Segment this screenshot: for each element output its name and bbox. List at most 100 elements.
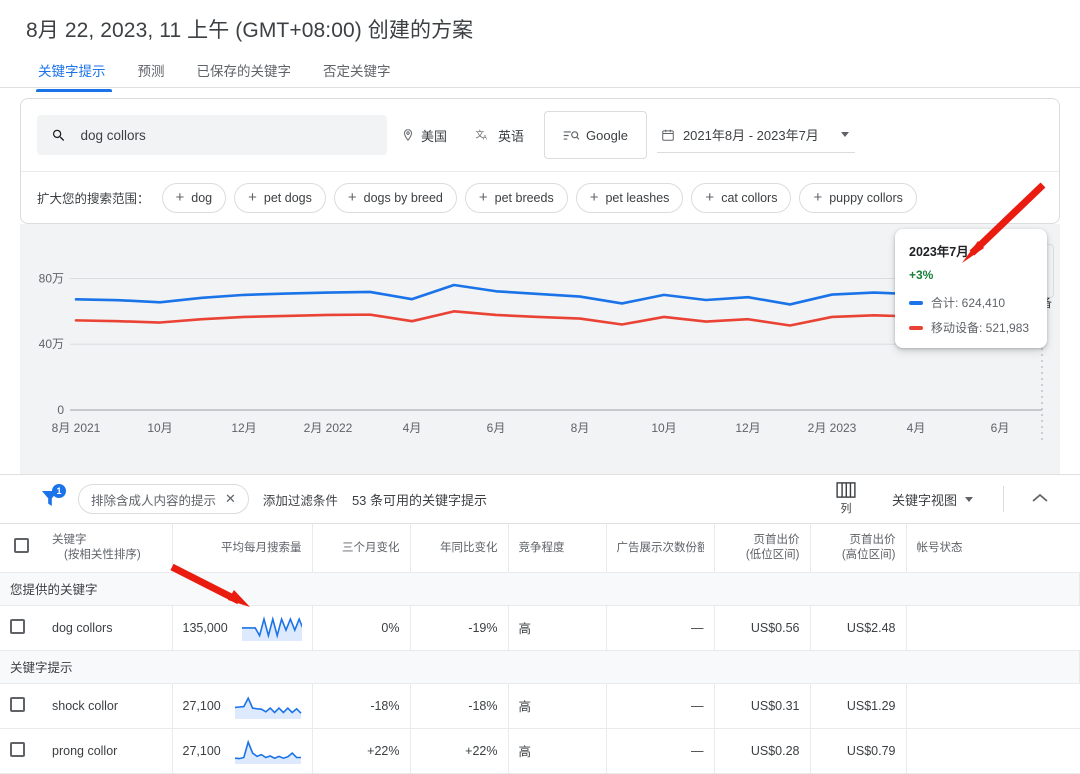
- close-icon[interactable]: ✕: [225, 491, 236, 507]
- cell-impression-share: —: [606, 683, 714, 728]
- columns-button-label: 列: [840, 500, 851, 516]
- header-bid-low-line2: (低位区间): [725, 548, 800, 562]
- cell-impression-share: —: [606, 728, 714, 773]
- header-avg-monthly-searches[interactable]: 平均每月搜索量: [172, 524, 312, 572]
- header-yoy-change[interactable]: 年同比变化: [410, 524, 508, 572]
- row-checkbox[interactable]: [10, 619, 25, 634]
- row-checkbox[interactable]: [10, 742, 25, 757]
- expand-chip-dogs-by-breed[interactable]: + dogs by breed: [334, 183, 457, 213]
- header-impression-share-label: 广告展示次数份额: [617, 541, 704, 555]
- cell-keyword[interactable]: shock collor: [42, 683, 172, 728]
- expand-chip-dog[interactable]: + dog: [162, 183, 227, 213]
- columns-button[interactable]: 列: [830, 482, 862, 516]
- svg-text:6月: 6月: [991, 421, 1010, 435]
- search-card: 美国 文 A 英语 Google 2021年8月 - 2023年7月: [20, 98, 1060, 224]
- view-selector[interactable]: 关键字视图: [876, 490, 989, 509]
- header-account-status[interactable]: 帐号状态: [906, 524, 1080, 572]
- header-account-status-label: 帐号状态: [917, 541, 1070, 555]
- svg-text:2月 2022: 2月 2022: [304, 421, 353, 435]
- avg-monthly-searches-value: 135,000: [183, 621, 228, 635]
- chevron-up-icon: [1032, 493, 1048, 503]
- add-filter-button[interactable]: 添加过滤条件: [263, 490, 338, 509]
- cell-account-status: [906, 683, 1080, 728]
- available-ideas-count: 53 条可用的关键字提示: [352, 490, 487, 509]
- expand-chip-pet-leashes[interactable]: + pet leashes: [576, 183, 684, 213]
- cell-impression-share: —: [606, 605, 714, 650]
- plus-icon: +: [248, 190, 257, 205]
- header-top-of-page-bid-high[interactable]: 页首出价 (高位区间): [810, 524, 906, 572]
- cell-keyword[interactable]: prong collor: [42, 728, 172, 773]
- expand-search-label: 扩大您的搜索范围：: [37, 188, 150, 207]
- select-all-header: [0, 524, 42, 572]
- cell-three-month-change: -18%: [312, 683, 410, 728]
- svg-text:A: A: [483, 134, 488, 141]
- expand-chip-puppy-collors[interactable]: + puppy collors: [799, 183, 916, 213]
- legend-swatch-total: [909, 301, 923, 305]
- header-impression-share[interactable]: 广告展示次数份额: [606, 524, 714, 572]
- svg-text:4月: 4月: [403, 421, 422, 435]
- location-selector[interactable]: 美国: [387, 115, 461, 155]
- svg-text:40万: 40万: [39, 337, 64, 351]
- expand-chip-cat-collors[interactable]: + cat collors: [691, 183, 791, 213]
- tab-keyword-ideas[interactable]: 关键字提示: [26, 58, 122, 92]
- sparkline: [238, 613, 302, 643]
- search-box[interactable]: [37, 115, 387, 155]
- cell-bid-low: US$0.28: [714, 728, 810, 773]
- chart-tooltip: 2023年7月 +3% 合计: 624,410 移动设备: 521,983: [895, 229, 1047, 348]
- table-row[interactable]: dog collors135,0000%-19%高—US$0.56US$2.48: [0, 605, 1080, 650]
- cell-bid-high: US$1.29: [810, 683, 906, 728]
- svg-text:8月 2021: 8月 2021: [52, 421, 101, 435]
- sparkline: [231, 691, 302, 721]
- cell-competition: 高: [508, 728, 606, 773]
- cell-three-month-change: +22%: [312, 728, 410, 773]
- tab-saved-keywords[interactable]: 已保存的关键字: [181, 58, 308, 92]
- tab-forecast[interactable]: 预测: [122, 58, 181, 92]
- expand-chip-label: pet breeds: [495, 191, 554, 205]
- filter-icon-wrap[interactable]: 1: [38, 486, 64, 512]
- header-competition[interactable]: 竞争程度: [508, 524, 606, 572]
- sparkline: [231, 736, 302, 766]
- collapse-button[interactable]: [1018, 490, 1062, 508]
- table-row[interactable]: shock collor27,100-18%-18%高—US$0.31US$1.…: [0, 683, 1080, 728]
- table-group-label: 关键字提示: [0, 650, 1080, 683]
- filter-chip-exclude-adult[interactable]: 排除含成人内容的提示 ✕: [78, 484, 249, 514]
- plus-icon: +: [176, 190, 185, 205]
- expand-chip-pet-breeds[interactable]: + pet breeds: [465, 183, 568, 213]
- network-selector[interactable]: Google: [544, 111, 647, 159]
- cell-bid-low: US$0.31: [714, 683, 810, 728]
- header-bid-low-line1: 页首出价: [725, 533, 800, 547]
- search-input[interactable]: [80, 128, 373, 143]
- plus-icon: +: [348, 190, 357, 205]
- cell-avg-monthly-searches: 27,100: [172, 683, 312, 728]
- select-all-checkbox[interactable]: [14, 538, 29, 553]
- cell-bid-high: US$0.79: [810, 728, 906, 773]
- cell-keyword[interactable]: dog collors: [42, 605, 172, 650]
- tooltip-series-mobile: 移动设备: 521,983: [909, 319, 1033, 336]
- table-row[interactable]: prong collor27,100+22%+22%高—US$0.28US$0.…: [0, 728, 1080, 773]
- header-bid-high-line1: 页首出价: [821, 533, 896, 547]
- row-checkbox[interactable]: [10, 697, 25, 712]
- cell-competition: 高: [508, 605, 606, 650]
- network-value: Google: [586, 128, 628, 143]
- language-value: 英语: [498, 126, 524, 145]
- cell-account-status: [906, 728, 1080, 773]
- expand-chip-pet-dogs[interactable]: + pet dogs: [234, 183, 326, 213]
- expand-chip-label: pet dogs: [264, 191, 312, 205]
- header-three-month-change-label: 三个月变化: [323, 541, 400, 555]
- header-three-month-change[interactable]: 三个月变化: [312, 524, 410, 572]
- header-top-of-page-bid-low[interactable]: 页首出价 (低位区间): [714, 524, 810, 572]
- header-competition-label: 竞争程度: [519, 541, 596, 555]
- tooltip-series-mobile-label: 移动设备: 521,983: [931, 319, 1029, 336]
- translate-icon: 文 A: [475, 128, 492, 143]
- plus-icon: +: [813, 190, 822, 205]
- tab-negative-keywords[interactable]: 否定关键字: [307, 58, 407, 92]
- filter-toolbar: 1 排除含成人内容的提示 ✕ 添加过滤条件 53 条可用的关键字提示 列 关键字…: [0, 474, 1080, 524]
- header-keyword[interactable]: 关键字 (按相关性排序): [42, 524, 172, 572]
- expand-chip-label: dogs by breed: [364, 191, 443, 205]
- svg-text:6月: 6月: [487, 421, 506, 435]
- svg-text:80万: 80万: [39, 271, 64, 285]
- table-body: 您提供的关键字dog collors135,0000%-19%高—US$0.56…: [0, 572, 1080, 773]
- language-selector[interactable]: 文 A 英语: [461, 115, 538, 155]
- date-range-selector[interactable]: 2021年8月 - 2023年7月: [657, 117, 855, 153]
- header-avg-monthly-searches-label: 平均每月搜索量: [183, 541, 302, 555]
